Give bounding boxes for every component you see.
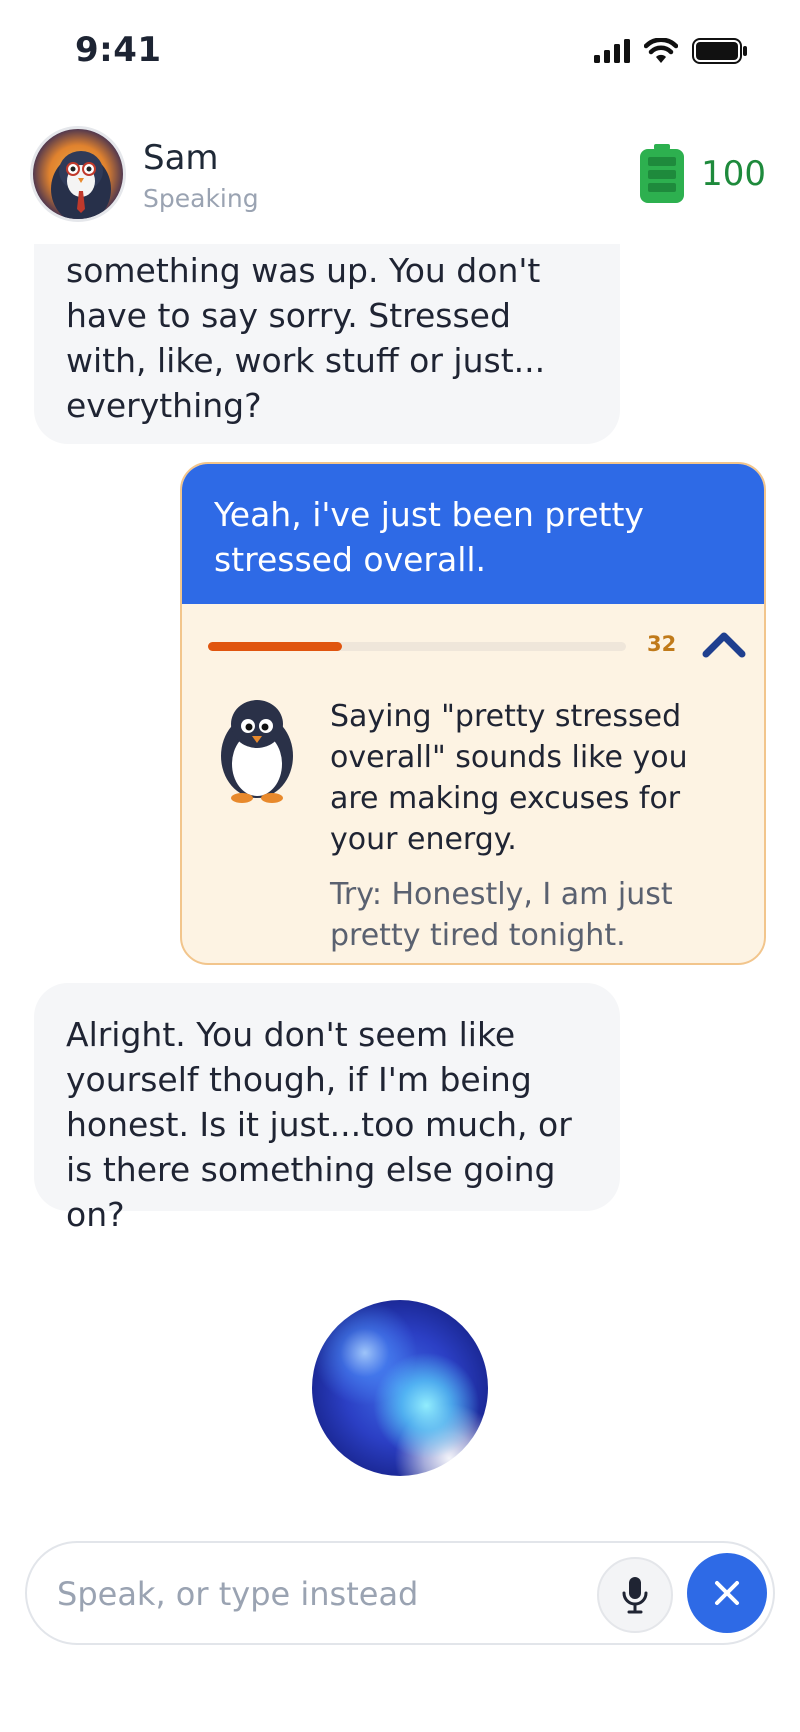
ai-message-text: something was up. You don't have to say … <box>66 251 546 425</box>
energy-value: 100 <box>701 154 766 194</box>
close-icon <box>715 1581 739 1605</box>
wifi-icon <box>644 38 678 63</box>
feedback-message: Saying "pretty stressed overall" sounds … <box>330 699 688 857</box>
energy-indicator: 100 <box>639 144 766 204</box>
user-message-text: Yeah, i've just been pretty stressed ove… <box>214 495 644 579</box>
penguin-coach <box>212 694 302 804</box>
penguin-icon <box>221 700 293 803</box>
energy-battery-icon <box>640 144 685 203</box>
score-value: 32 <box>647 632 677 656</box>
chat-screen: 9:41 Sam Speaking 100 something was up. … <box>0 0 800 1732</box>
ai-message: Alright. You don't seem like yourself th… <box>34 983 620 1234</box>
voice-orb[interactable] <box>312 1300 488 1476</box>
user-message-card: Yeah, i've just been pretty stressed ove… <box>180 462 766 965</box>
avatar[interactable] <box>30 126 126 222</box>
user-message: Yeah, i've just been pretty stressed ove… <box>182 464 764 604</box>
contact-status: Speaking <box>143 184 259 213</box>
feedback-panel: 32 Saying "pretty stressed overall" soun… <box>182 604 764 963</box>
ai-message-text: Alright. You don't seem like yourself th… <box>66 1015 572 1234</box>
ai-message: something was up. You don't have to say … <box>34 244 620 444</box>
close-button[interactable] <box>687 1553 767 1633</box>
cellular-signal-icon <box>594 39 630 63</box>
collapse-feedback-button[interactable] <box>702 626 746 662</box>
score-progress-bar <box>208 642 626 651</box>
battery-icon <box>692 38 747 64</box>
message-input-bar <box>25 1541 775 1645</box>
microphone-button[interactable] <box>597 1557 673 1633</box>
penguin-avatar-icon <box>51 151 111 219</box>
contact-name: Sam <box>143 138 219 178</box>
message-input[interactable] <box>57 1565 597 1623</box>
chevron-up-icon <box>702 632 746 658</box>
status-time: 9:41 <box>75 30 162 70</box>
score-progress-fill <box>208 642 342 651</box>
status-icons <box>594 38 748 64</box>
chat-header: Sam Speaking 100 <box>0 120 800 230</box>
feedback-suggestion: Try: Honestly, I am just pretty tired to… <box>330 877 673 953</box>
microphone-icon <box>622 1577 648 1614</box>
